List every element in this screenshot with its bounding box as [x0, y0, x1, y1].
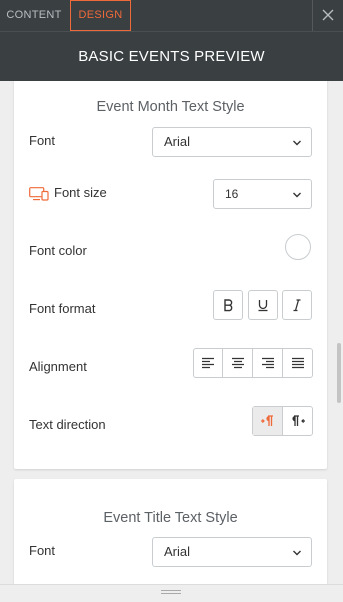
font-select-value: Arial: [164, 544, 191, 559]
chevron-down-icon: [293, 550, 301, 556]
font-color-label: Font color: [29, 243, 87, 258]
ltr-paragraph-icon: [261, 415, 273, 426]
underline-icon: [258, 300, 268, 312]
font-size-value: 16: [225, 187, 239, 201]
align-right-button[interactable]: [254, 349, 283, 377]
font-label: Font: [29, 133, 56, 148]
resize-footer: [0, 584, 343, 602]
tab-design[interactable]: DESIGN: [70, 0, 131, 31]
settings-scroll-area[interactable]: Event Month Text Style Font Arial Font s…: [0, 81, 343, 584]
align-center-button[interactable]: [224, 349, 253, 377]
font-color-swatch[interactable]: [285, 234, 311, 260]
text-direction-ltr-button[interactable]: [253, 407, 283, 435]
section-title: Event Month Text Style: [96, 99, 245, 115]
text-direction-label: Text direction: [29, 417, 106, 432]
align-left-button[interactable]: [194, 349, 223, 377]
italic-icon: [293, 299, 301, 312]
font-label: Font: [29, 543, 56, 558]
bold-button[interactable]: [213, 290, 243, 320]
font-select[interactable]: Arial: [152, 127, 312, 157]
bold-icon: [224, 299, 233, 312]
close-button[interactable]: [312, 0, 343, 31]
text-direction-button-group: [252, 406, 313, 436]
align-right-icon: [262, 357, 274, 369]
event-title-style-card: Event Title Text Style Font Arial: [14, 479, 327, 584]
align-center-icon: [232, 357, 244, 369]
underline-button[interactable]: [248, 290, 278, 320]
alignment-button-group: [193, 348, 313, 378]
font-format-label: Font format: [29, 301, 96, 316]
align-justify-icon: [292, 357, 304, 369]
font-select-value: Arial: [164, 134, 191, 149]
desktop-mobile-icon[interactable]: [29, 187, 49, 201]
font-size-label: Font size: [54, 185, 107, 200]
align-left-icon: [202, 357, 214, 369]
panel-title: BASIC EVENTS PREVIEW: [78, 48, 265, 65]
panel-header: BASIC EVENTS PREVIEW: [0, 31, 343, 81]
align-justify-button[interactable]: [284, 349, 313, 377]
text-direction-rtl-button[interactable]: [283, 407, 313, 435]
chevron-down-icon: [293, 140, 301, 146]
tab-bar: CONTENT DESIGN: [0, 0, 343, 31]
tab-content[interactable]: CONTENT: [0, 0, 68, 31]
section-title: Event Title Text Style: [103, 510, 238, 526]
resize-handle-icon[interactable]: [161, 590, 181, 595]
scrollbar-thumb[interactable]: [337, 343, 341, 403]
close-icon: [322, 9, 334, 21]
rtl-paragraph-icon: [292, 415, 305, 426]
font-select[interactable]: Arial: [152, 537, 312, 567]
chevron-down-icon: [293, 192, 301, 198]
alignment-label: Alignment: [29, 359, 87, 374]
event-month-style-card: Event Month Text Style Font Arial Font s…: [14, 81, 327, 469]
font-size-select[interactable]: 16: [213, 179, 312, 209]
italic-button[interactable]: [282, 290, 312, 320]
